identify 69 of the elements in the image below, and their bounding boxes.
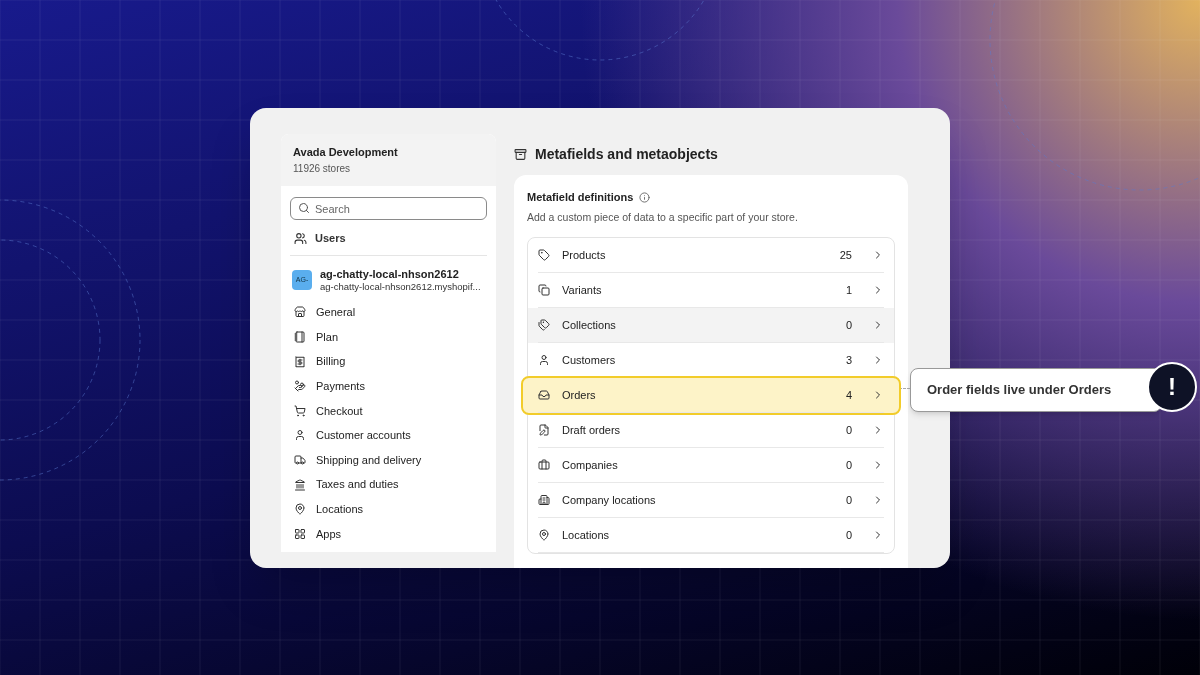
briefcase-icon [538, 459, 550, 472]
grid-icon [294, 527, 306, 540]
settings-item[interactable]: Payments [290, 373, 487, 399]
alert-badge: ! [1147, 362, 1197, 412]
store-icon [294, 306, 306, 319]
map-pin-icon [294, 503, 306, 516]
store-name: ag-chatty-local-nhson2612 [320, 267, 460, 282]
row-count: 0 [845, 423, 852, 438]
callout-text: Order fields live under Orders [927, 381, 1112, 400]
row-count: 25 [839, 248, 852, 263]
definition-row[interactable]: Locations 0 [528, 518, 894, 554]
definition-row[interactable]: Orders 4 [523, 378, 899, 414]
hand-coins-icon [294, 380, 306, 393]
row-label: Orders [562, 388, 597, 403]
cart-icon [294, 404, 306, 417]
definition-row[interactable]: Collections 0 [528, 308, 894, 344]
definition-row[interactable]: Companies 0 [528, 448, 894, 484]
settings-item[interactable]: Customer accounts [290, 423, 487, 448]
row-count: 0 [845, 458, 852, 473]
file-edit-icon [538, 424, 550, 437]
settings-item[interactable]: General [290, 300, 487, 325]
row-label: Customers [562, 353, 617, 368]
search-field[interactable]: Search [290, 197, 487, 220]
tag-icon [538, 249, 550, 262]
settings-item[interactable]: Plan [290, 324, 487, 350]
row-count: 1 [845, 283, 852, 298]
row-count: 0 [845, 318, 852, 333]
users-icon [294, 231, 307, 245]
row-label: Draft orders [562, 423, 622, 438]
notebook-icon [294, 331, 306, 343]
row-label: Company locations [562, 493, 657, 508]
inbox-icon [538, 389, 550, 402]
map-pin-icon [538, 529, 550, 542]
settings-item[interactable]: Apps [290, 521, 487, 547]
row-label: Products [562, 248, 607, 263]
settings-item[interactable]: Billing [290, 349, 487, 374]
row-label: Variants [562, 283, 603, 298]
definition-row[interactable]: Company locations 0 [528, 483, 894, 519]
settings-item[interactable]: Checkout [290, 398, 487, 424]
person-icon [538, 354, 550, 367]
bank-icon [294, 478, 306, 491]
definition-row[interactable]: Draft orders 0 [528, 413, 894, 449]
row-label: Companies [562, 458, 619, 473]
card-description: Add a custom piece of data to a specific part of your store. [527, 209, 799, 225]
card-title: Metafield definitions [527, 190, 634, 205]
row-count: 3 [845, 353, 852, 368]
org-subtitle: 11926 stores [293, 161, 352, 176]
receipt-icon [294, 355, 306, 368]
page-title: Metafields and metaobjects [535, 145, 718, 164]
building-icon [538, 494, 550, 507]
row-count: 0 [845, 528, 852, 543]
row-label: Locations [562, 528, 611, 543]
settings-item[interactable]: Shipping and delivery [290, 447, 487, 473]
metafields-icon [514, 148, 527, 161]
store-domain: ag-chatty-local-nhson2612.myshopif... [320, 281, 481, 294]
search-icon [298, 201, 310, 214]
person-icon [294, 429, 306, 442]
copy-icon [538, 284, 550, 297]
row-count: 4 [845, 388, 852, 403]
info-icon [639, 191, 651, 203]
row-label: Collections [562, 318, 617, 333]
org-name: Avada Development [293, 145, 399, 160]
row-count: 0 [845, 493, 852, 508]
users-item[interactable]: Users [290, 230, 487, 256]
truck-icon [294, 454, 306, 466]
settings-item[interactable]: Locations [290, 496, 487, 522]
tags-icon [538, 319, 550, 332]
definition-row[interactable]: Products 25 [528, 238, 894, 274]
settings-item[interactable]: Taxes and duties [290, 472, 487, 497]
